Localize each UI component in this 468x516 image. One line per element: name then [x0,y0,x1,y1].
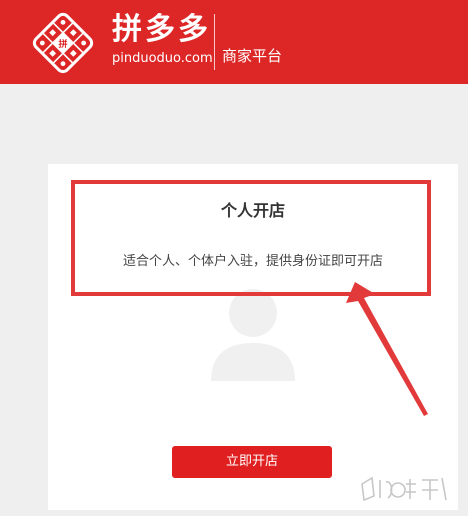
annotation-highlight-box [71,180,431,296]
top-header: 拼 拼多多 pinduoduo.com 商家平台 [0,0,468,84]
pinduoduo-logo-icon[interactable]: 拼 [30,10,96,76]
brand-name: 拼多多 [112,12,211,47]
user-avatar-icon [211,289,295,381]
open-store-button[interactable]: 立即开店 [172,446,332,478]
platform-label: 商家平台 [222,47,283,65]
svg-text:拼: 拼 [58,38,67,50]
brand-domain: pinduoduo.com [112,51,213,66]
header-divider [214,14,215,70]
